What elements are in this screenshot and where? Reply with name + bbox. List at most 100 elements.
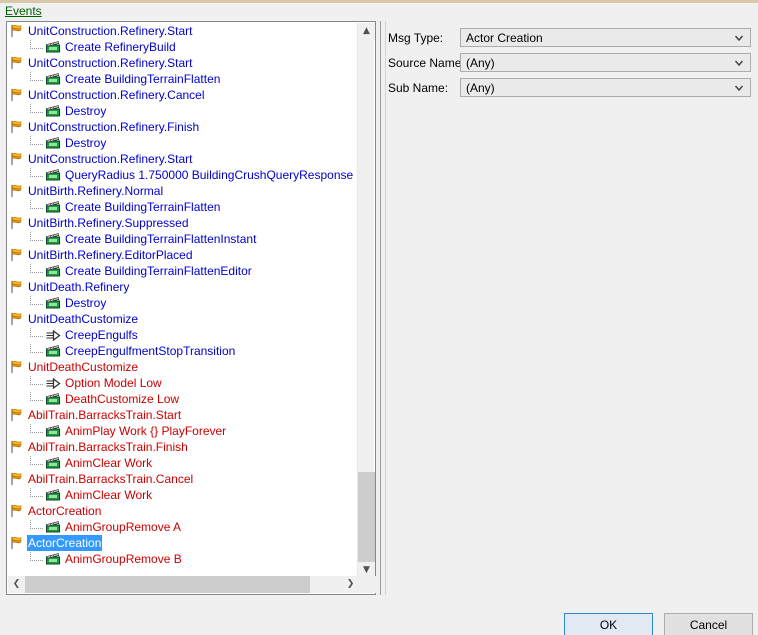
tree-row-action[interactable]: DeathCustomize Low [8,391,358,407]
tree-row-label: Destroy [65,104,107,118]
tree-row-event[interactable]: ActorCreation [8,503,358,519]
tree-row-action[interactable]: Create BuildingTerrainFlattenInstant [8,231,358,247]
clapperboard-icon [45,423,63,439]
combobox-value: (Any) [466,81,495,95]
tree-row-event[interactable]: UnitConstruction.Refinery.Start [8,55,358,71]
tree-row-label: Create BuildingTerrainFlattenEditor [65,264,252,278]
chevron-down-icon [733,57,745,69]
clapperboard-icon [45,167,63,183]
tree-row-event[interactable]: UnitConstruction.Refinery.Finish [8,119,358,135]
clapperboard-icon [45,199,63,215]
tree-row-action[interactable]: Option Model Low [8,375,358,391]
tree-row-action[interactable]: AnimGroupRemove B [8,551,358,567]
tree-row-event[interactable]: UnitConstruction.Refinery.Start [8,23,358,39]
tree-row-action[interactable]: CreepEngulfs [8,327,358,343]
tree-row-event[interactable]: UnitDeath.Refinery [8,279,358,295]
tree-guide-icon [26,263,44,279]
tree-row-label: QueryRadius 1.750000 BuildingCrushQueryR… [65,168,354,182]
tree-guide-icon [26,455,44,471]
clapperboard-icon [45,103,63,119]
events-tree-list[interactable]: UnitConstruction.Refinery.Start Create Re… [8,23,358,579]
tree-row-event[interactable]: UnitConstruction.Refinery.Cancel [8,87,358,103]
tree-row-label: CreepEngulfs [65,328,138,342]
flag-icon [8,359,26,375]
tree-row-event[interactable]: AbilTrain.BarracksTrain.Finish [8,439,358,455]
tree-row-label: UnitConstruction.Refinery.Start [28,152,193,166]
flag-icon [8,183,26,199]
tree-row-action[interactable]: Destroy [8,103,358,119]
tree-guide-icon [26,167,44,183]
tree-row-label: UnitDeathCustomize [28,360,139,374]
tree-row-event[interactable]: UnitDeathCustomize [8,311,358,327]
ok-button[interactable]: OK [564,613,653,635]
tree-row-action[interactable]: Create BuildingTerrainFlattenEditor [8,263,358,279]
flag-icon [8,503,26,519]
clapperboard-icon [45,135,63,151]
flag-icon [8,471,26,487]
tree-horizontal-scrollbar[interactable]: ❮ ❯ [8,576,376,593]
chevron-left-icon: ❮ [12,579,21,589]
chevron-right-icon: ❯ [346,579,355,589]
tree-row-label: UnitBirth.Refinery.Normal [28,184,164,198]
tree-guide-icon [26,391,44,407]
tree-row-event[interactable]: UnitBirth.Refinery.EditorPlaced [8,247,358,263]
ok-button-label: OK [599,617,618,632]
tree-guide-icon [26,423,44,439]
tree-row-label: UnitBirth.Refinery.EditorPlaced [28,248,193,262]
tree-row-label: Create BuildingTerrainFlatten [65,200,221,214]
clapperboard-icon [45,71,63,87]
tree-row-label: AbilTrain.BarracksTrain.Finish [28,440,188,454]
clapperboard-icon [45,263,63,279]
tree-row-event[interactable]: UnitDeathCustomize [8,359,358,375]
chevron-up-icon: ▲ [363,26,370,36]
tree-guide-icon [26,103,44,119]
field-label: Msg Type: [388,31,444,45]
scroll-up-arrow[interactable]: ▲ [358,23,375,40]
scroll-left-arrow[interactable]: ❮ [8,576,25,593]
flag-icon [8,535,26,551]
tree-row-label: ActorCreation [27,535,103,551]
vertical-scroll-thumb[interactable] [358,472,375,562]
tree-row-label: AnimGroupRemove B [65,552,182,566]
tree-row-event[interactable]: AbilTrain.BarracksTrain.Start [8,407,358,423]
tree-row-event[interactable]: UnitBirth.Refinery.Suppressed [8,215,358,231]
tree-row-action[interactable]: AnimPlay Work {} PlayForever [8,423,358,439]
tree-row-action[interactable]: QueryRadius 1.750000 BuildingCrushQueryR… [8,167,358,183]
tree-row-event[interactable]: UnitConstruction.Refinery.Start [8,151,358,167]
arrow-icon [45,375,63,391]
combobox[interactable]: (Any) [460,53,751,72]
tree-row-label: UnitBirth.Refinery.Suppressed [28,216,189,230]
tree-guide-icon [26,519,44,535]
cancel-button[interactable]: Cancel [664,613,753,635]
tree-row-action[interactable]: AnimClear Work [8,455,358,471]
tree-row-action[interactable]: Destroy [8,295,358,311]
tree-row-action[interactable]: CreepEngulfmentStopTransition [8,343,358,359]
tree-row-event[interactable]: UnitBirth.Refinery.Normal [8,183,358,199]
horizontal-scroll-thumb[interactable] [25,576,310,593]
scroll-right-arrow[interactable]: ❯ [342,576,359,593]
tree-row-action[interactable]: Create BuildingTerrainFlatten [8,71,358,87]
form-row: Source Name: (Any) [388,53,752,78]
tree-row-event[interactable]: ActorCreation [8,535,358,551]
tree-vertical-scrollbar[interactable]: ▲ ▼ [357,23,375,579]
tree-row-action[interactable]: Create BuildingTerrainFlatten [8,199,358,215]
tree-guide-icon [26,487,44,503]
tree-row-event[interactable]: AbilTrain.BarracksTrain.Cancel [8,471,358,487]
field-label: Source Name: [388,56,465,70]
tree-row-label: Create BuildingTerrainFlattenInstant [65,232,257,246]
tree-row-action[interactable]: AnimClear Work [8,487,358,503]
tree-guide-icon [26,231,44,247]
clapperboard-icon [45,39,63,55]
tree-row-label: UnitDeathCustomize [28,312,139,326]
tree-row-label: CreepEngulfmentStopTransition [65,344,236,358]
combobox[interactable]: Actor Creation [460,28,751,47]
tree-row-action[interactable]: AnimGroupRemove A [8,519,358,535]
panel-splitter[interactable] [380,21,386,595]
tree-row-label: AbilTrain.BarracksTrain.Start [28,408,182,422]
field-label: Sub Name: [388,81,449,95]
tree-row-label: UnitConstruction.Refinery.Cancel [28,88,205,102]
tree-row-action[interactable]: Create RefineryBuild [8,39,358,55]
combobox[interactable]: (Any) [460,78,751,97]
tree-row-action[interactable]: Destroy [8,135,358,151]
events-tree-panel[interactable]: UnitConstruction.Refinery.Start Create Re… [6,21,376,595]
